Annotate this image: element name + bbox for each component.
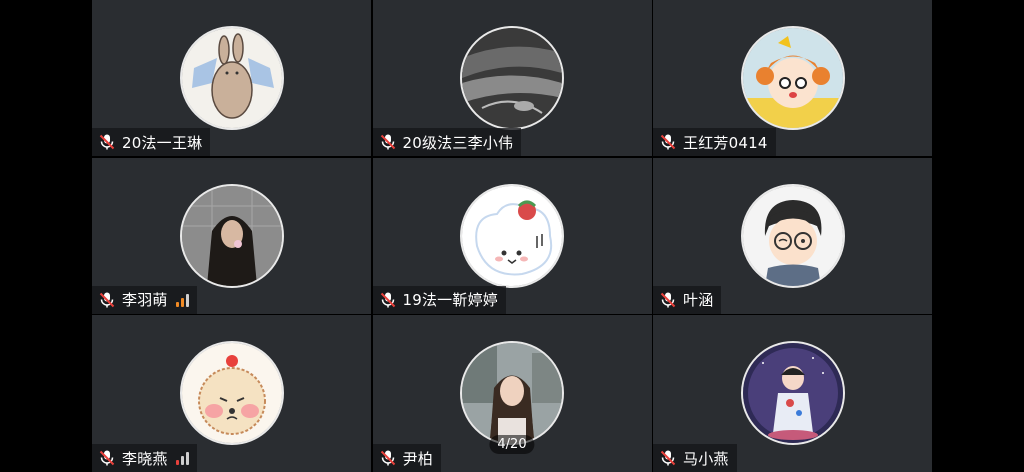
mic-muted-icon — [99, 134, 115, 150]
participant-name: 20法一王琳 — [122, 133, 203, 152]
page-indicator: 4/20 — [489, 435, 535, 454]
bw-photo-avatar — [460, 26, 564, 130]
signal-strength-icon — [175, 451, 189, 465]
mic-muted-icon — [380, 134, 395, 150]
participant-name: 叶涵 — [683, 291, 714, 309]
mic-muted-icon — [660, 134, 676, 150]
participant-name: 马小燕 — [683, 449, 729, 468]
mic-muted-icon — [380, 292, 395, 307]
signal-strength-icon — [175, 293, 189, 307]
mic-muted-icon — [660, 292, 676, 307]
nameplate: 李羽萌 — [92, 285, 197, 314]
participant-tile[interactable]: 马小燕 — [653, 315, 932, 472]
mic-muted-icon — [660, 450, 676, 466]
participant-tile[interactable]: 4/20 尹柏 — [372, 315, 652, 472]
cartoon-girl-avatar — [740, 26, 845, 130]
nameplate: 19法一靳婷婷 — [372, 285, 506, 314]
nameplate: 李晓燕 — [92, 444, 197, 472]
participant-tile[interactable]: 20级法三李小伟 — [372, 0, 652, 156]
mic-muted-icon — [99, 292, 115, 307]
participant-tile[interactable]: 20法一王琳 — [92, 0, 371, 156]
bear-avatar — [179, 341, 284, 445]
nameplate: 马小燕 — [653, 444, 737, 472]
nameplate: 20级法三李小伟 — [372, 128, 522, 156]
astronaut-avatar — [740, 341, 845, 445]
white-dog-avatar — [460, 183, 564, 288]
nameplate: 王红芳0414 — [653, 128, 776, 156]
participant-name: 李羽萌 — [122, 291, 168, 309]
participant-tile[interactable]: 李羽萌 — [92, 157, 371, 314]
participant-tile[interactable]: 王红芳0414 — [653, 0, 932, 156]
participant-name: 20级法三李小伟 — [402, 133, 514, 152]
girl-photo-avatar — [179, 183, 284, 288]
participant-tile[interactable]: 李晓燕 — [92, 315, 371, 472]
bunny-avatar — [179, 26, 284, 130]
conan-avatar — [740, 183, 845, 288]
mic-muted-icon — [99, 450, 115, 466]
nameplate: 20法一王琳 — [92, 128, 211, 156]
participant-tile[interactable]: 叶涵 — [653, 157, 932, 314]
participant-name: 李晓燕 — [122, 449, 168, 468]
participant-name: 尹柏 — [402, 449, 433, 468]
nameplate: 尹柏 — [372, 444, 441, 472]
mic-muted-icon — [380, 450, 395, 466]
participant-name: 王红芳0414 — [683, 133, 768, 152]
participant-tile[interactable]: 19法一靳婷婷 — [372, 157, 652, 314]
nameplate: 叶涵 — [653, 285, 722, 314]
video-grid: 20法一王琳 20级法三李小伟 王红芳0414 李羽萌 19法一靳婷婷 叶涵 李… — [92, 0, 932, 472]
participant-name: 19法一靳婷婷 — [402, 291, 498, 309]
girl-portrait-avatar — [460, 341, 564, 445]
